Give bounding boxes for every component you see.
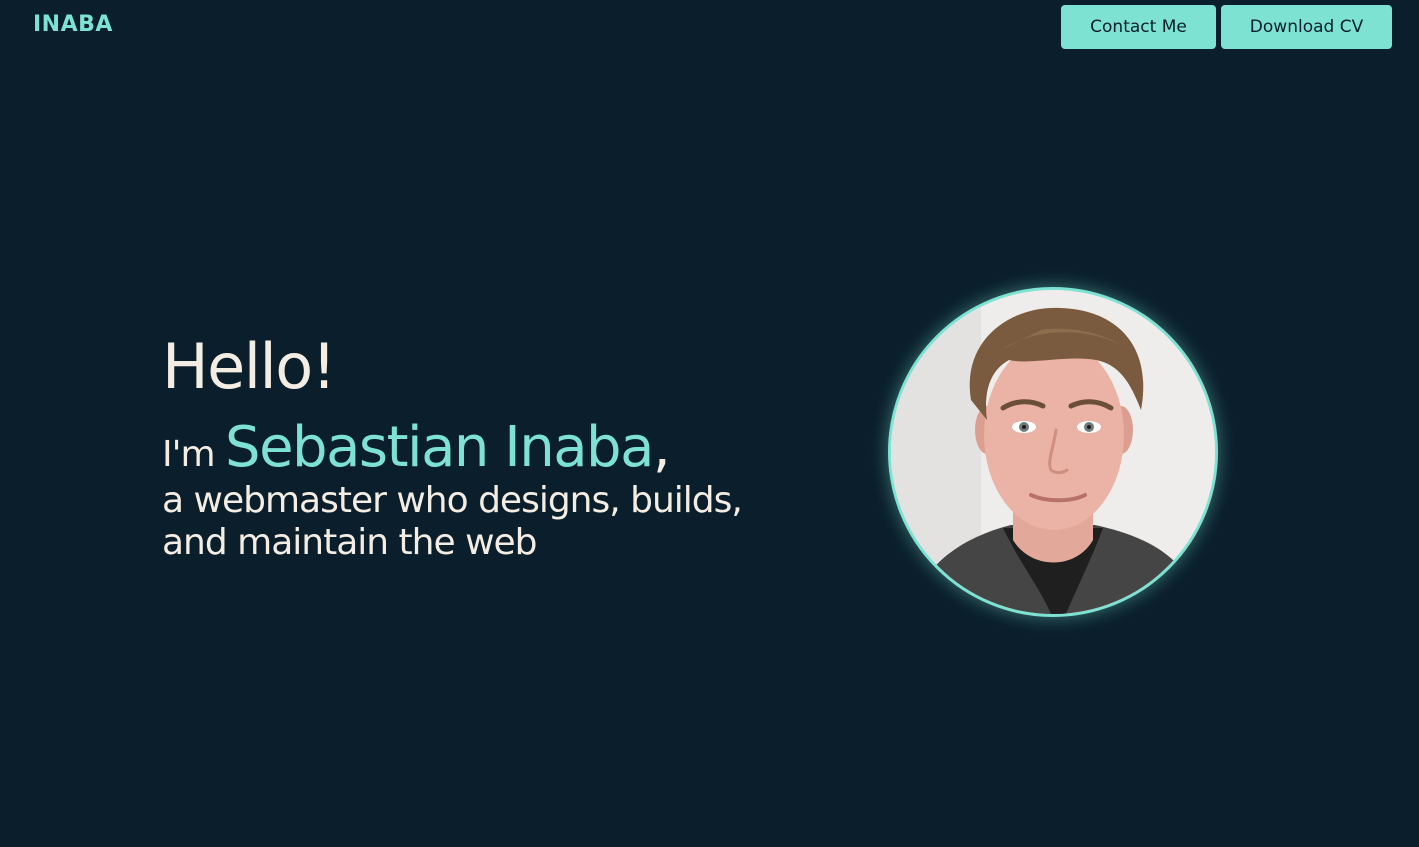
- hero-name: Sebastian Inaba: [225, 415, 654, 480]
- site-logo[interactable]: INABA: [33, 12, 113, 37]
- profile-portrait-image: [891, 290, 1215, 614]
- profile-photo: [888, 287, 1218, 617]
- top-nav: Contact Me Download CV: [1061, 5, 1392, 49]
- page: INABA Contact Me Download CV Hello! I'm …: [0, 0, 1419, 847]
- hero-im-text: I'm: [162, 434, 226, 475]
- download-cv-button[interactable]: Download CV: [1221, 5, 1392, 49]
- hero-comma: ,: [652, 415, 671, 480]
- hero-section: Hello! I'm Sebastian Inaba, a webmaster …: [162, 330, 802, 564]
- hero-greeting: Hello!: [162, 330, 337, 403]
- contact-me-button[interactable]: Contact Me: [1061, 5, 1216, 49]
- hero-intro: I'm Sebastian Inaba,: [162, 420, 802, 476]
- hero-tagline: a webmaster who designs, builds, and mai…: [162, 480, 743, 563]
